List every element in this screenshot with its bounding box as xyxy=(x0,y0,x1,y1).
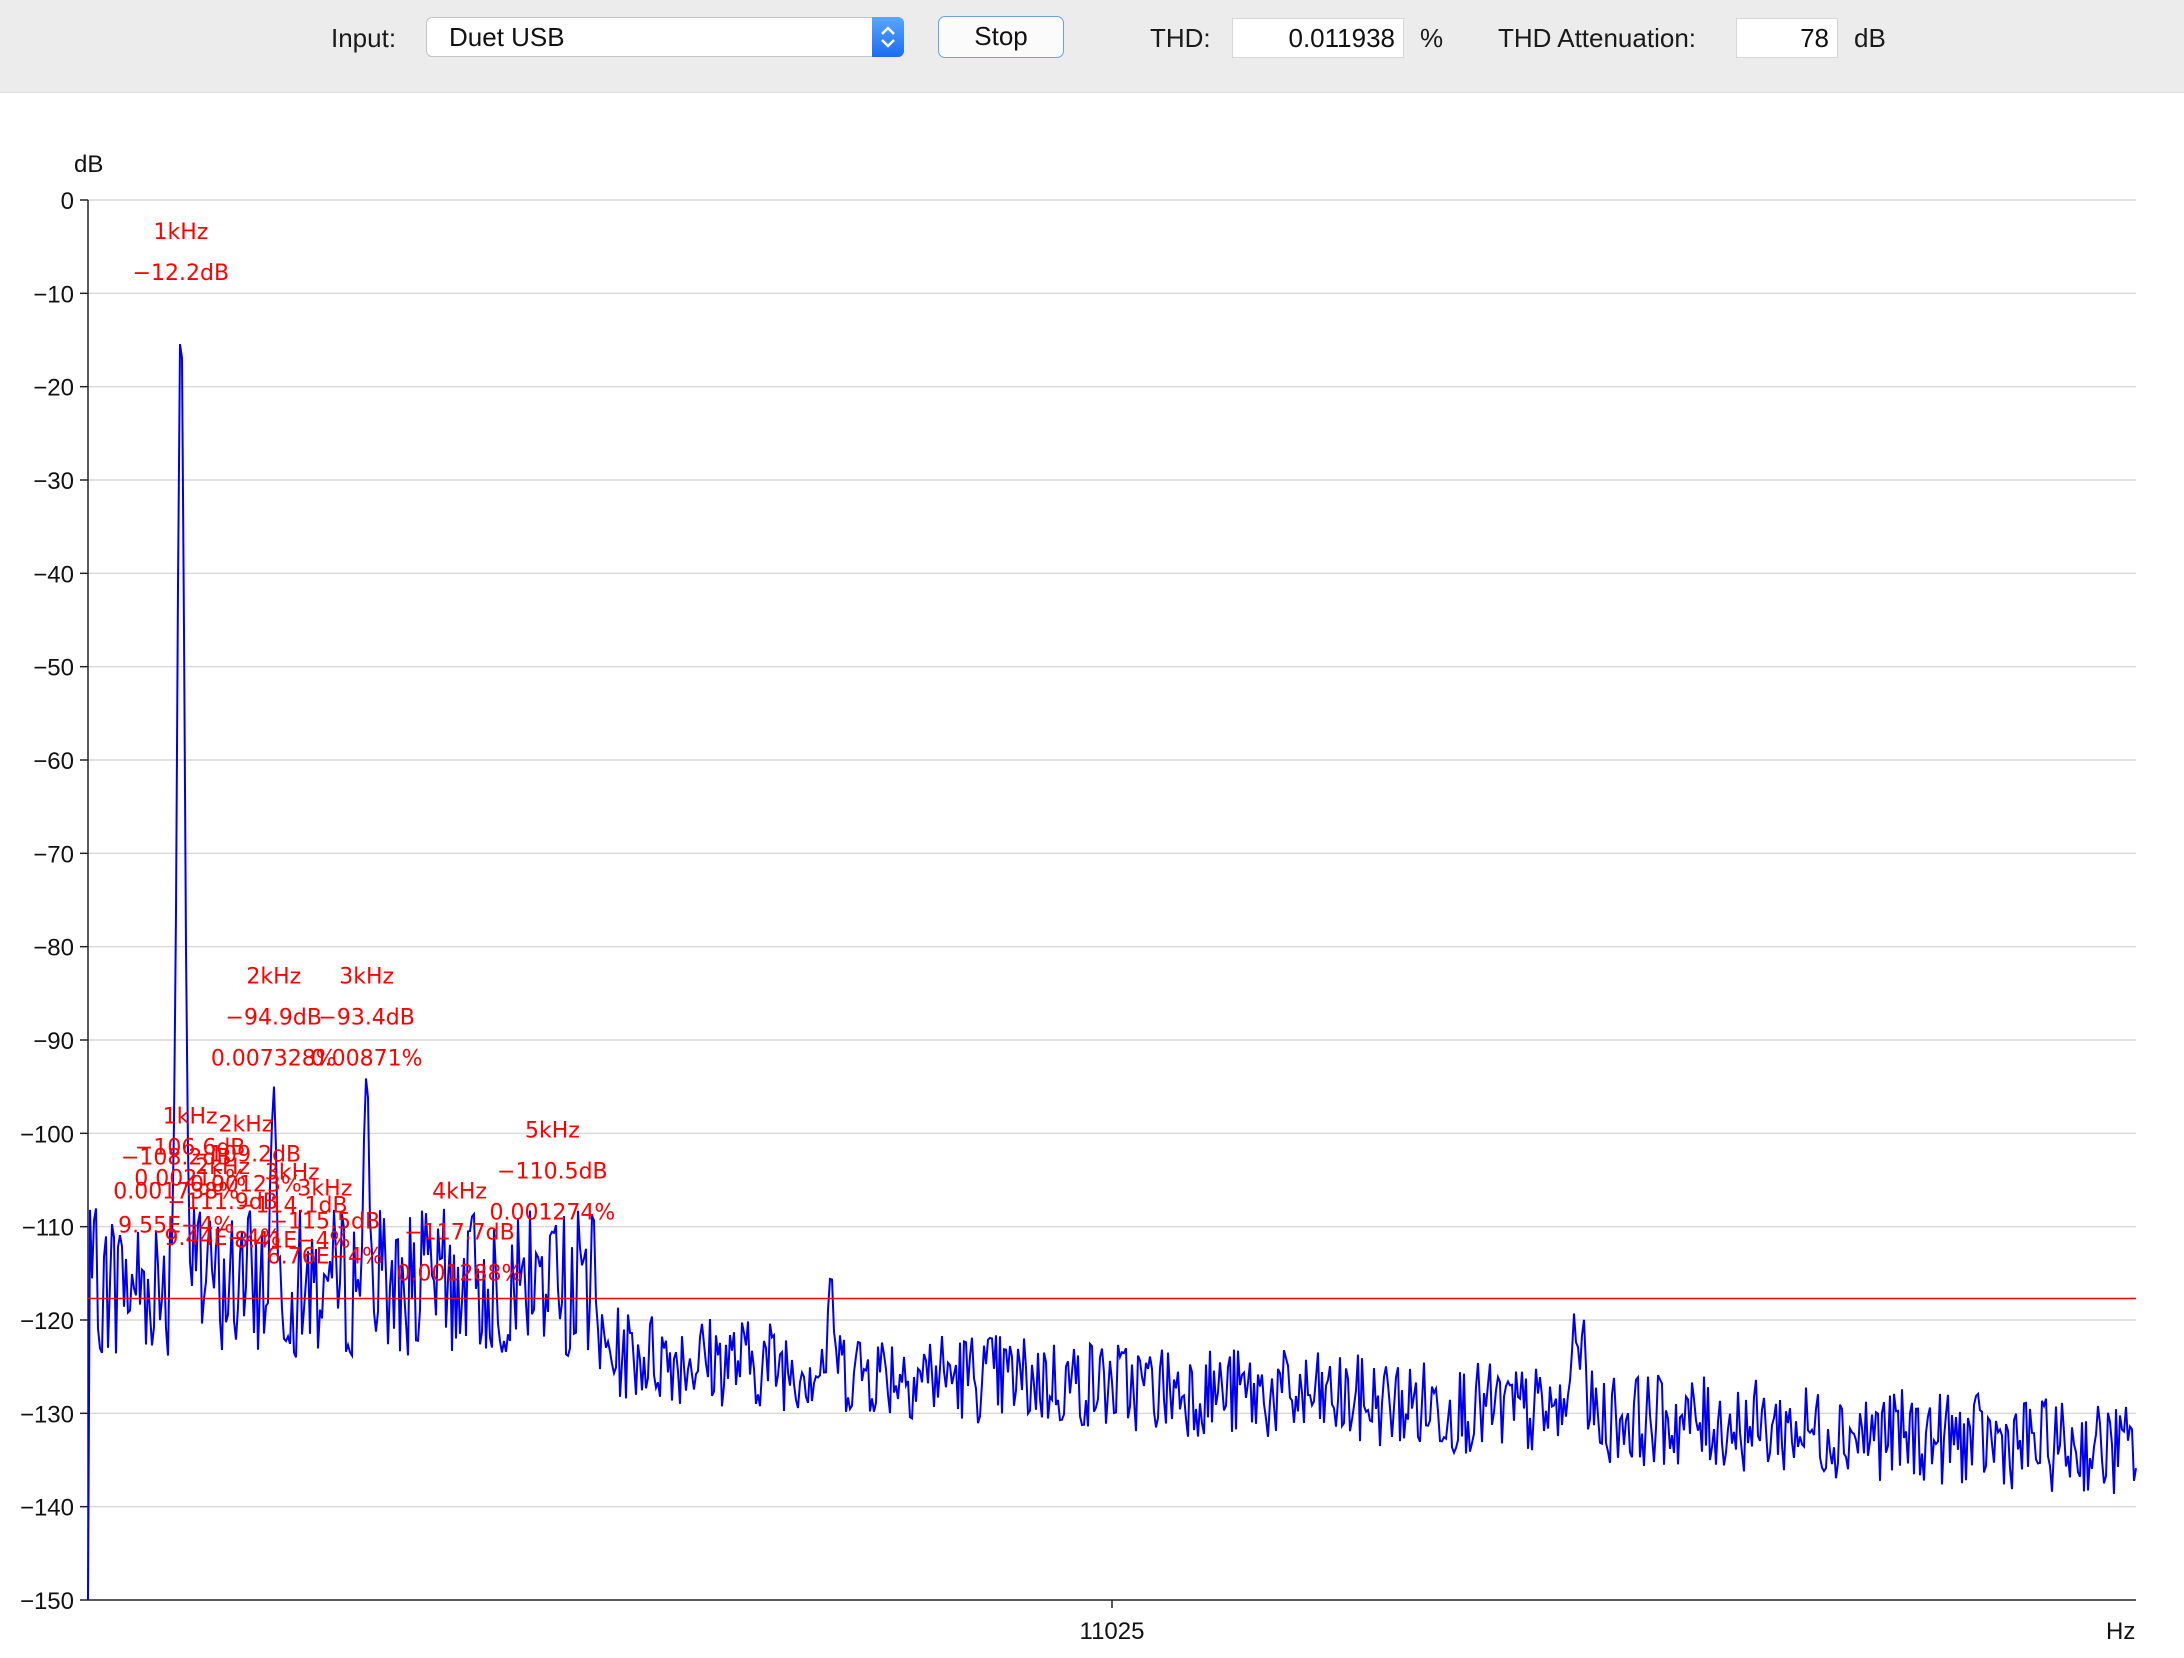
peak-annotation-label: 3kHz xyxy=(339,965,394,990)
peak-annotation-label: 1kHz xyxy=(153,220,208,245)
y-tick-label: −100 xyxy=(20,1121,74,1148)
y-tick-label: −20 xyxy=(33,375,74,402)
x-axis-unit: Hz xyxy=(2106,1618,2135,1645)
thd-attenuation-field[interactable]: 78 xyxy=(1736,18,1838,58)
select-stepper-icon[interactable] xyxy=(872,17,904,57)
peak-annotation-label: 2kHz xyxy=(218,1112,273,1137)
peak-annotation-label: −117.7dB xyxy=(404,1221,514,1246)
x-tick-label: 11025 xyxy=(1080,1618,1145,1645)
peak-annotation-label: 2kHz xyxy=(246,965,301,990)
x-axis-ticks: 11025 xyxy=(1080,1600,1145,1645)
peak-annotation-label: 4kHz xyxy=(432,1180,487,1205)
thd-label: THD: xyxy=(1150,23,1211,53)
peak-annotation-label: −94.9dB xyxy=(226,1006,322,1031)
peak-annotation-label: 0.001738% xyxy=(113,1180,239,1205)
thd-unit: % xyxy=(1420,23,1444,53)
y-tick-label: −110 xyxy=(22,1215,74,1242)
y-tick-label: −40 xyxy=(33,561,74,588)
y-tick-label: −90 xyxy=(33,1028,74,1055)
y-tick-label: 0 xyxy=(61,188,74,215)
y-tick-label: −140 xyxy=(20,1495,74,1522)
peak-annotation-label: 3kHz xyxy=(297,1176,352,1201)
thd-field[interactable]: 0.011938 xyxy=(1232,18,1404,58)
y-tick-label: −150 xyxy=(20,1588,74,1615)
y-tick-label: −30 xyxy=(33,468,74,495)
input-select[interactable]: Duet USB xyxy=(426,17,904,57)
input-label: Input: xyxy=(331,23,397,53)
y-tick-label: −10 xyxy=(33,281,74,308)
y-tick-label: −80 xyxy=(33,935,74,962)
peak-annotation-label: −93.4dB xyxy=(318,1006,414,1031)
peak-annotation-label: −108.2dB xyxy=(121,1146,231,1171)
peak-annotation-label: 1kHz xyxy=(163,1104,218,1129)
spectrum-trace xyxy=(87,343,2137,1601)
peak-annotation-label: −110.5dB xyxy=(497,1159,607,1184)
y-tick-label: −70 xyxy=(33,841,74,868)
peak-annotation-label: 5kHz xyxy=(525,1118,580,1143)
y-tick-label: −60 xyxy=(33,748,74,775)
thd-attenuation-unit: dB xyxy=(1854,23,1886,53)
y-axis-unit: dB xyxy=(74,151,103,178)
peak-annotation-label: 0.001288% xyxy=(397,1262,523,1287)
stop-button[interactable]: Stop xyxy=(938,16,1064,58)
y-tick-label: −130 xyxy=(20,1401,74,1428)
peak-annotation-label: −115.5dB xyxy=(270,1209,380,1234)
peak-annotation-label: 9.55E−4% xyxy=(118,1214,234,1239)
input-select-value: Duet USB xyxy=(449,22,565,52)
toolbar: Input: Duet USB Stop THD: 0.011938 % THD… xyxy=(0,0,2184,93)
peak-annotation-label: 6.76E−4% xyxy=(267,1244,383,1269)
peak-annotation-label: 0.00871% xyxy=(311,1047,423,1072)
thd-attenuation-label: THD Attenuation: xyxy=(1498,23,1696,53)
spectrum-chart: 0 −10 −20 −30 −40 −50 −60 −70 −80 −90 −100 −110 −120… xyxy=(20,151,2137,1645)
y-tick-label: −120 xyxy=(20,1308,74,1335)
y-tick-label: −50 xyxy=(33,655,74,682)
y-axis-ticks: 0 −10 −20 −30 −40 −50 −60 −70 −80 −90 −100 −110 −120… xyxy=(20,188,88,1615)
peak-annotation-label: −12.2dB xyxy=(133,261,229,286)
